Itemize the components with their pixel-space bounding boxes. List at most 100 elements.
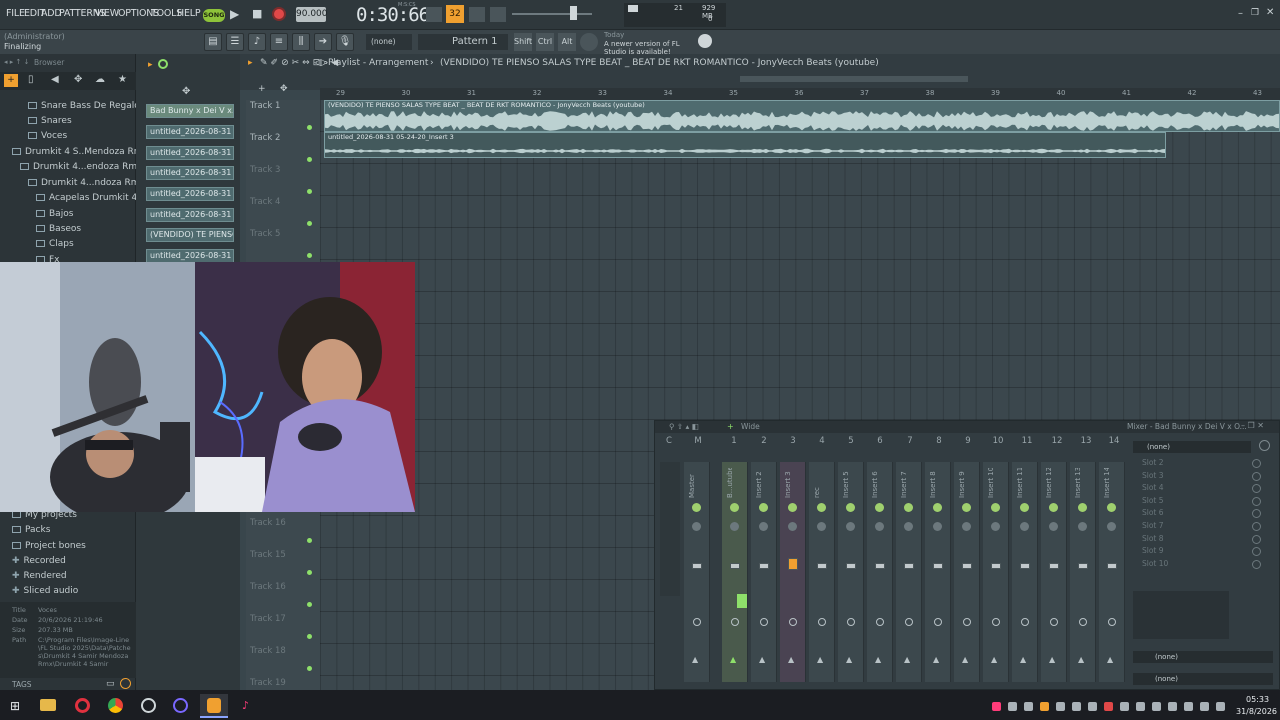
stereo-knob[interactable] [904,522,913,531]
clip-item[interactable]: untitled_2026-08-31 05-... [146,187,234,201]
browser-item-rendered[interactable]: ✚ Rendered [12,571,67,581]
track-label[interactable]: Track 19 [250,678,286,688]
star-icon[interactable]: ★ [118,74,127,85]
browser-tree-item[interactable]: Bajos [36,209,73,219]
pan-knob[interactable] [1049,503,1058,512]
record-arm-icon[interactable] [934,618,942,626]
pan-knob[interactable] [1020,503,1029,512]
move-icon[interactable]: ✥ [182,86,190,97]
clip-item[interactable]: untitled_2026-08-31 05-... [146,208,234,222]
browser-tree-item[interactable]: Snare Bass De Regalo [28,101,140,111]
volume-fader[interactable] [817,563,827,569]
volume-fader[interactable] [875,563,885,569]
tray-icon[interactable] [1200,702,1209,711]
browser-item-packs[interactable]: Packs [12,525,50,535]
track-label[interactable]: Track 3 [250,165,280,175]
browser-tree-item[interactable]: Claps [36,239,74,249]
stereo-knob[interactable] [1107,522,1116,531]
speaker-icon[interactable]: ◀ [51,74,59,85]
tiktok-icon[interactable]: ♪ [238,698,253,713]
microphone-icon[interactable]: 🎙 [336,33,354,51]
tray-icon[interactable] [1152,702,1161,711]
stop-button[interactable]: ■ [252,7,262,20]
effect-slot[interactable]: Slot 6 [1142,508,1164,517]
play-button[interactable]: ▶ [230,7,239,21]
browser-tree-item[interactable]: Voces [28,131,67,141]
track-mute-led[interactable] [307,221,312,226]
pan-knob[interactable] [962,503,971,512]
effect-slot[interactable]: Slot 2 [1142,458,1164,467]
volume-fader[interactable] [730,563,740,569]
track-label[interactable]: Track 4 [250,197,280,207]
effect-slot[interactable]: Slot 7 [1142,521,1164,530]
volume-fader[interactable] [991,563,1001,569]
playlist-icon[interactable]: ▤ [204,33,222,51]
volume-fader[interactable] [962,563,972,569]
volume-fader[interactable] [788,558,798,570]
record-arm-icon[interactable] [818,618,826,626]
clip-item[interactable]: untitled_2026-08-31 05-... [146,166,234,180]
mixer-add-icon[interactable]: + [727,422,734,431]
browser-add-icon[interactable]: + [4,74,18,87]
record-arm-icon[interactable] [731,618,739,626]
opera-icon[interactable] [75,698,90,713]
windows-start-icon[interactable]: ⊞ [10,699,20,713]
record-arm-icon[interactable] [905,618,913,626]
volume-fader[interactable] [692,563,702,569]
track-label[interactable]: Track 17 [250,614,286,624]
track-mute-led[interactable] [307,125,312,130]
track-label[interactable]: Track 18 [250,646,286,656]
pan-knob[interactable] [730,503,739,512]
menu-help[interactable]: HELP [177,8,201,19]
send-arrow-icon[interactable]: ▲ [730,655,736,664]
audio-clip[interactable]: (VENDIDO) TE PIENSO SALAS TYPE BEAT _ BE… [324,100,1280,132]
track-mute-led[interactable] [307,602,312,607]
shift-button[interactable]: Shift [514,33,532,51]
record-button[interactable] [272,7,286,21]
send-arrow-icon[interactable]: ▲ [1020,655,1026,664]
menu-file[interactable]: FILE [6,8,25,19]
record-arm-icon[interactable] [1108,618,1116,626]
mixer-window-controls[interactable]: – ❐ ✕ [1241,421,1264,430]
browser-item-recorded[interactable]: ✚ Recorded [12,556,66,566]
track-label[interactable]: Track 16 [250,582,286,592]
stereo-knob[interactable] [817,522,826,531]
pan-knob[interactable] [759,503,768,512]
volume-fader[interactable] [1078,563,1088,569]
snap-select[interactable]: (none) [366,34,412,50]
move-track-icon[interactable]: ✥ [280,84,288,94]
wait-icon[interactable] [469,7,485,22]
mixer-input-icon[interactable] [1259,440,1270,451]
tray-icon[interactable] [1136,702,1145,711]
track-mute-led[interactable] [307,157,312,162]
browser-tree-item[interactable]: Drumkit 4...ndoza Rmx [28,178,145,188]
piano-icon[interactable] [426,7,442,22]
stereo-knob[interactable] [991,522,1000,531]
stereo-knob[interactable] [933,522,942,531]
tray-icon[interactable] [1120,702,1129,711]
clip-item[interactable]: Bad Bunny x Dei V x... [146,104,234,118]
mixer-tool-icons[interactable]: ⚲ ⇧ ▴ ◧ [669,422,699,431]
tempo-display[interactable]: 90.000 [296,7,328,22]
clip-item[interactable]: untitled_2026-08-31 04-... [146,125,234,139]
alt-button[interactable]: Alt [558,33,576,51]
send-arrow-icon[interactable]: ▲ [875,655,881,664]
record-arm-icon[interactable] [876,618,884,626]
clip-item[interactable]: untitled_2026-08-31 05-... [146,249,234,263]
pan-knob[interactable] [1078,503,1087,512]
effect-slot[interactable]: Slot 8 [1142,534,1164,543]
pan-knob[interactable] [904,503,913,512]
pattern-select[interactable]: Pattern 1 [418,34,508,50]
mixer-output-select-1[interactable]: (none) [1133,651,1273,663]
send-arrow-icon[interactable]: ▲ [991,655,997,664]
pan-knob[interactable] [788,503,797,512]
magnet-icon[interactable] [158,59,168,69]
record-arm-icon[interactable] [847,618,855,626]
record-arm-icon[interactable] [693,618,701,626]
track-mute-led[interactable] [307,634,312,639]
plugin-icon[interactable]: ✥ [74,74,82,85]
tray-icon[interactable] [992,702,1001,711]
restore-icon[interactable]: ❐ [1251,8,1259,18]
track-label[interactable]: Track 2 [250,133,280,143]
mixer-output-select-2[interactable]: (none) [1133,673,1273,685]
